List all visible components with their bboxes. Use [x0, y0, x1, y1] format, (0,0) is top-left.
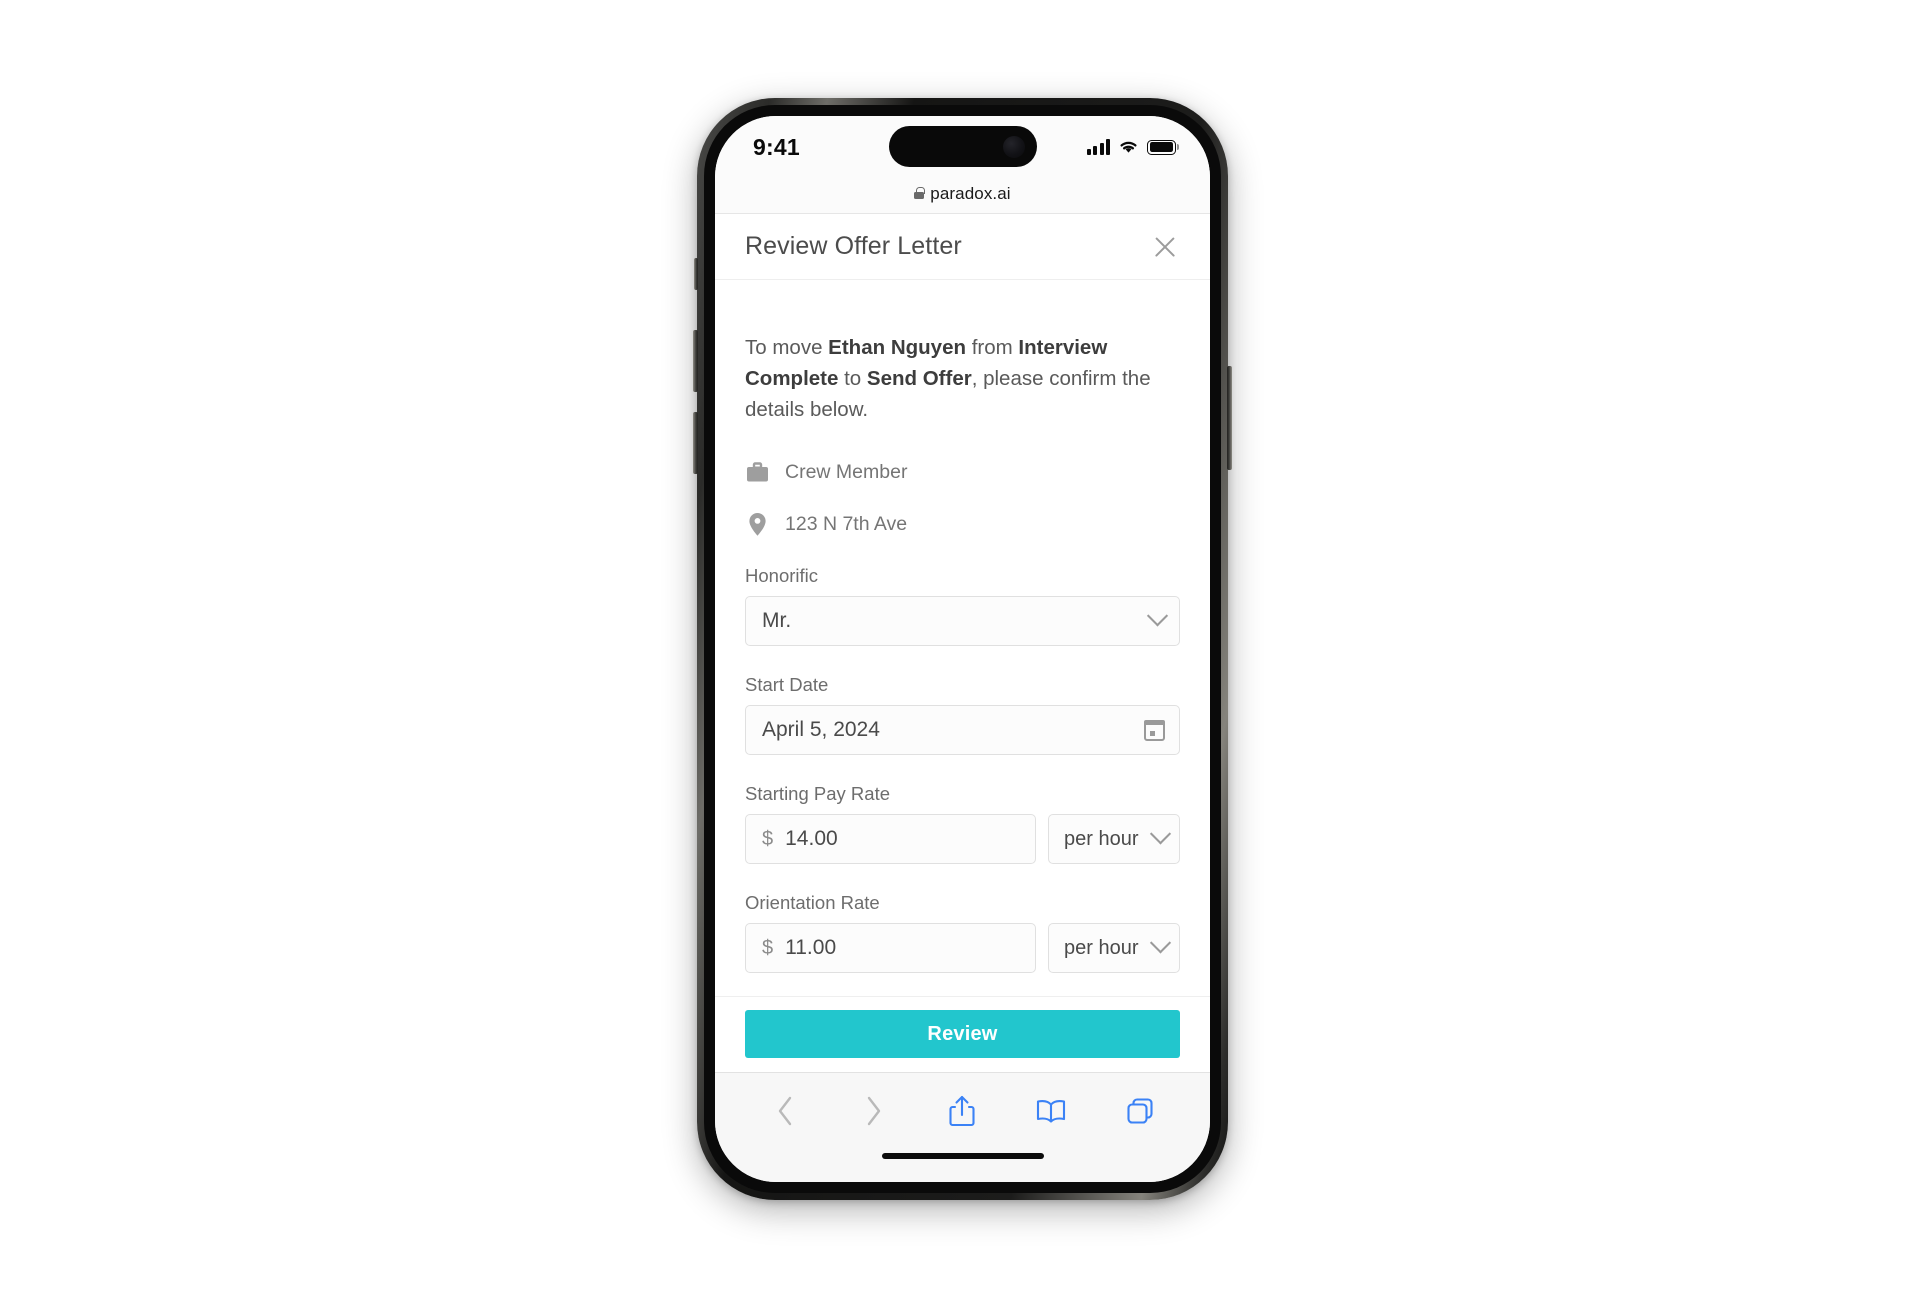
screenshot-canvas: 9:41 paradox.ai Review Offer Letter To m… [0, 0, 1920, 1298]
starting-pay-rate-unit-value: per hour [1064, 827, 1139, 850]
home-indicator-area [715, 1148, 1210, 1182]
offer-form: To move Ethan Nguyen from Interview Comp… [715, 280, 1210, 996]
location-row: 123 N 7th Ave [745, 511, 1180, 537]
orientation-rate-unit-value: per hour [1064, 936, 1139, 959]
starting-pay-rate-input[interactable]: $ 14.00 [745, 814, 1036, 865]
starting-pay-rate-value: 14.00 [785, 827, 838, 851]
sheet-header: Review Offer Letter [715, 214, 1210, 280]
job-title-row: Crew Member [745, 459, 1180, 485]
volume-up-button[interactable] [693, 330, 698, 392]
chevron-down-icon [1149, 932, 1172, 954]
tabs-icon[interactable] [1121, 1092, 1159, 1130]
start-date-field: Start Date April 5, 2024 [745, 674, 1180, 756]
orientation-rate-label: Orientation Rate [745, 892, 880, 914]
cellular-signal-icon [1086, 139, 1110, 155]
honorific-label: Honorific [745, 565, 818, 587]
currency-symbol: $ [762, 827, 774, 850]
volume-down-button[interactable] [693, 412, 698, 474]
lock-icon [914, 187, 925, 199]
back-icon[interactable] [766, 1092, 804, 1130]
phone-screen: 9:41 paradox.ai Review Offer Letter To m… [715, 116, 1210, 1182]
forward-icon[interactable] [855, 1092, 893, 1130]
sheet-footer: Review [715, 996, 1210, 1072]
front-camera-lens [1002, 135, 1025, 158]
url-text: paradox.ai [930, 183, 1011, 203]
starting-pay-rate-unit-select[interactable]: per hour [1048, 814, 1180, 865]
honorific-value: Mr. [762, 609, 792, 633]
starting-pay-rate-label: Starting Pay Rate [745, 783, 890, 805]
safari-toolbar [715, 1072, 1210, 1148]
status-bar-indicators [1086, 139, 1176, 155]
intro-middle: from [966, 336, 1019, 359]
starting-pay-rate-row: $ 14.00 per hour [745, 814, 1180, 865]
power-button[interactable] [1227, 366, 1232, 470]
intro-paragraph: To move Ethan Nguyen from Interview Comp… [745, 332, 1180, 425]
chevron-down-icon [1146, 605, 1169, 627]
honorific-select[interactable]: Mr. [745, 596, 1180, 647]
chevron-down-icon [1149, 823, 1172, 845]
browser-url-bar[interactable]: paradox.ai [715, 174, 1210, 214]
phone-device-frame: 9:41 paradox.ai Review Offer Letter To m… [693, 98, 1232, 1200]
start-date-label: Start Date [745, 674, 829, 696]
calendar-icon[interactable] [1144, 719, 1165, 741]
home-indicator[interactable] [881, 1153, 1044, 1159]
start-date-value: April 5, 2024 [762, 718, 880, 742]
location-text: 123 N 7th Ave [785, 512, 908, 535]
dynamic-island [888, 126, 1037, 167]
status-bar-clock: 9:41 [753, 133, 800, 160]
battery-icon [1147, 139, 1176, 155]
review-button[interactable]: Review [745, 1010, 1180, 1058]
share-icon[interactable] [943, 1092, 981, 1130]
silent-switch-button[interactable] [694, 258, 698, 290]
orientation-rate-value: 11.00 [785, 936, 837, 960]
honorific-field: Honorific Mr. [745, 565, 1180, 647]
job-title-text: Crew Member [785, 460, 908, 483]
location-pin-icon [745, 511, 769, 537]
orientation-rate-row: $ 11.00 per hour [745, 923, 1180, 974]
starting-pay-rate-field: Starting Pay Rate $ 14.00 per hour [745, 783, 1180, 865]
status-bar: 9:41 [715, 116, 1210, 174]
close-icon[interactable] [1148, 230, 1182, 264]
currency-symbol: $ [762, 936, 774, 959]
orientation-rate-field: Orientation Rate $ 11.00 per hour [745, 892, 1180, 974]
wifi-icon [1120, 141, 1137, 153]
briefcase-icon [745, 459, 769, 485]
candidate-name: Ethan Nguyen [828, 336, 966, 359]
orientation-rate-unit-select[interactable]: per hour [1048, 923, 1180, 974]
start-date-input[interactable]: April 5, 2024 [745, 705, 1180, 756]
book-icon[interactable] [1032, 1092, 1070, 1130]
web-content: Review Offer Letter To move Ethan Nguyen… [715, 214, 1210, 1072]
to-stage: Send Offer [866, 367, 972, 391]
page-title: Review Offer Letter [745, 232, 962, 260]
intro-joiner: to [838, 367, 867, 391]
intro-prefix: To move [745, 336, 829, 359]
orientation-rate-input[interactable]: $ 11.00 [745, 923, 1036, 974]
